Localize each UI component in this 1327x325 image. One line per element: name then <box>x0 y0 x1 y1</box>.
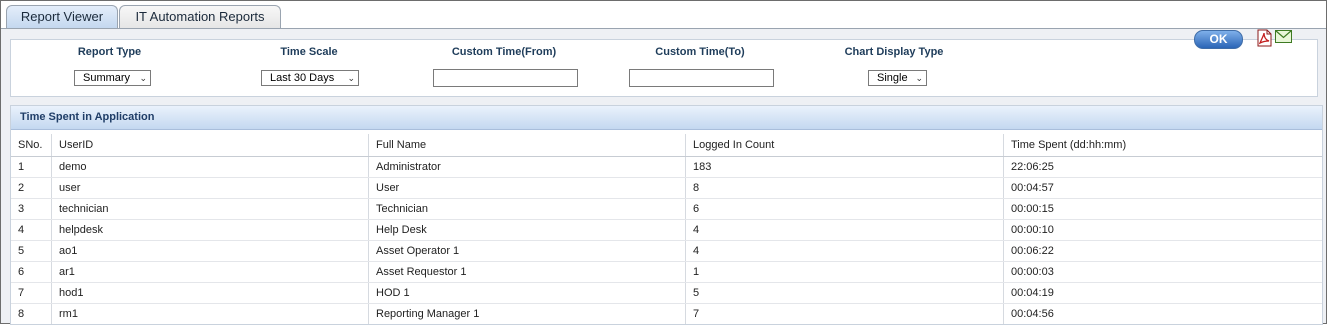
cell-logged-in-count: 4 <box>685 240 1004 262</box>
cell-time-spent: 00:00:15 <box>1003 198 1322 220</box>
pdf-icon[interactable] <box>1257 29 1272 47</box>
time-scale-label: Time Scale <box>280 46 338 58</box>
chart-display-type-label: Chart Display Type <box>844 46 944 58</box>
cell-userid: helpdesk <box>51 219 369 241</box>
cell-time-spent: 00:04:56 <box>1003 303 1322 324</box>
cell-sno: 1 <box>11 156 52 178</box>
table-row: 7 hod1 HOD 1 5 00:04:19 <box>11 282 1322 304</box>
column-header-logged-in-count[interactable]: Logged In Count <box>685 134 1004 157</box>
cell-logged-in-count: 183 <box>685 156 1004 178</box>
cell-userid: ar1 <box>51 261 369 283</box>
report-title-bar: Time Spent in Application <box>11 106 1322 130</box>
cell-time-spent: 00:00:10 <box>1003 219 1322 241</box>
cell-full-name: Asset Requestor 1 <box>368 261 686 283</box>
cell-time-spent: 00:06:22 <box>1003 240 1322 262</box>
column-header-sno[interactable]: SNo. <box>11 134 52 157</box>
cell-time-spent: 00:04:57 <box>1003 177 1322 199</box>
cell-logged-in-count: 5 <box>685 282 1004 304</box>
cell-full-name: Administrator <box>368 156 686 178</box>
column-header-time-spent[interactable]: Time Spent (dd:hh:mm) <box>1003 134 1322 157</box>
cell-logged-in-count: 1 <box>685 261 1004 283</box>
table-row: 2 user User 8 00:04:57 <box>11 177 1322 199</box>
table-header-row: SNo. UserID Full Name Logged In Count Ti… <box>11 134 1322 157</box>
cell-time-spent: 22:06:25 <box>1003 156 1322 178</box>
ok-button[interactable]: OK <box>1194 30 1243 49</box>
tab-bar: Report Viewer IT Automation Reports <box>1 1 1326 29</box>
cell-userid: user <box>51 177 369 199</box>
report-type-label: Report Type <box>77 46 142 58</box>
table-row: 3 technician Technician 6 00:00:15 <box>11 198 1322 220</box>
chart-display-type-value: Single <box>877 72 908 84</box>
cell-full-name: Technician <box>368 198 686 220</box>
report-panel: Time Spent in Application SNo. UserID Fu… <box>10 105 1323 325</box>
custom-time-from-label: Custom Time(From) <box>451 46 557 58</box>
cell-sno: 3 <box>11 198 52 220</box>
cell-full-name: HOD 1 <box>368 282 686 304</box>
mail-icon[interactable] <box>1275 30 1292 43</box>
filter-panel: Report Type Summary ⌄ Time Scale Last 30… <box>10 39 1318 97</box>
cell-userid: ao1 <box>51 240 369 262</box>
report-table: SNo. UserID Full Name Logged In Count Ti… <box>11 134 1322 324</box>
cell-userid: rm1 <box>51 303 369 324</box>
cell-sno: 2 <box>11 177 52 199</box>
report-window: Report Viewer IT Automation Reports Repo… <box>0 0 1327 325</box>
chevron-down-icon: ⌄ <box>139 73 147 83</box>
table-row: 1 demo Administrator 183 22:06:25 <box>11 156 1322 178</box>
table-row: 4 helpdesk Help Desk 4 00:00:10 <box>11 219 1322 241</box>
report-type-select[interactable]: Summary ⌄ <box>74 70 151 86</box>
cell-sno: 8 <box>11 303 52 324</box>
tab-report-viewer[interactable]: Report Viewer <box>6 5 118 28</box>
cell-sno: 5 <box>11 240 52 262</box>
cell-sno: 7 <box>11 282 52 304</box>
cell-full-name: User <box>368 177 686 199</box>
cell-userid: technician <box>51 198 369 220</box>
time-scale-select[interactable]: Last 30 Days ⌄ <box>261 70 359 86</box>
time-scale-value: Last 30 Days <box>270 72 335 84</box>
report-type-value: Summary <box>83 72 131 84</box>
cell-full-name: Asset Operator 1 <box>368 240 686 262</box>
cell-userid: demo <box>51 156 369 178</box>
report-title: Time Spent in Application <box>20 111 155 123</box>
cell-sno: 6 <box>11 261 52 283</box>
table-row: 5 ao1 Asset Operator 1 4 00:06:22 <box>11 240 1322 262</box>
chevron-down-icon: ⌄ <box>347 73 355 83</box>
table-row: 6 ar1 Asset Requestor 1 1 00:00:03 <box>11 261 1322 283</box>
cell-logged-in-count: 7 <box>685 303 1004 324</box>
tab-it-automation-reports[interactable]: IT Automation Reports <box>119 5 281 28</box>
cell-time-spent: 00:00:03 <box>1003 261 1322 283</box>
table-row: 8 rm1 Reporting Manager 1 7 00:04:56 <box>11 303 1322 324</box>
cell-time-spent: 00:04:19 <box>1003 282 1322 304</box>
custom-time-from-input[interactable] <box>433 69 578 87</box>
custom-time-to-label: Custom Time(To) <box>655 46 745 58</box>
cell-logged-in-count: 4 <box>685 219 1004 241</box>
custom-time-to-input[interactable] <box>629 69 774 87</box>
column-header-userid[interactable]: UserID <box>51 134 369 157</box>
cell-logged-in-count: 8 <box>685 177 1004 199</box>
cell-sno: 4 <box>11 219 52 241</box>
cell-full-name: Reporting Manager 1 <box>368 303 686 324</box>
cell-logged-in-count: 6 <box>685 198 1004 220</box>
chevron-down-icon: ⌄ <box>915 73 923 83</box>
chart-display-type-select[interactable]: Single ⌄ <box>868 70 927 86</box>
cell-full-name: Help Desk <box>368 219 686 241</box>
cell-userid: hod1 <box>51 282 369 304</box>
column-header-full-name[interactable]: Full Name <box>368 134 686 157</box>
